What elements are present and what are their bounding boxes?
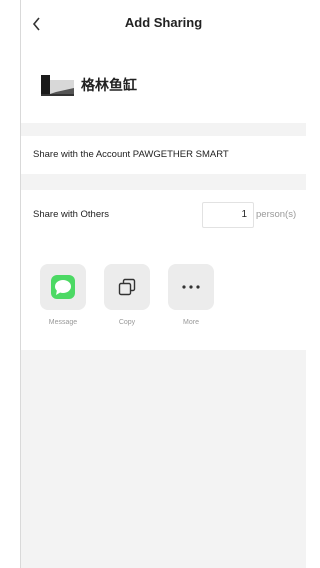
page-title: Add Sharing [124, 15, 203, 30]
header-bar: Add Sharing [21, 0, 306, 48]
share-copy-label: Copy [118, 319, 136, 326]
app-screen: Add Sharing 格林鱼缸 Share with the Account … [20, 0, 306, 568]
share-account-label: Share with the Account PAWGETHER SMART [33, 149, 229, 160]
device-card: 格林鱼缸 [21, 48, 306, 123]
copy-icon [118, 278, 136, 296]
device-name: 格林鱼缸 [81, 78, 137, 94]
person-count-value: 1 [241, 209, 247, 220]
more-tile [168, 264, 214, 310]
share-more-label: More [183, 319, 199, 326]
message-icon [51, 275, 75, 299]
share-message-label: Message [48, 319, 78, 326]
device-thumbnail [41, 75, 74, 96]
share-message-button[interactable]: Message [40, 264, 86, 334]
person-unit-label: person(s) [256, 209, 297, 220]
copy-tile [104, 264, 150, 310]
more-icon [182, 285, 200, 289]
share-account-row[interactable]: Share with the Account PAWGETHER SMART [21, 136, 306, 174]
share-options-panel: Message Copy More [21, 240, 306, 350]
share-copy-button[interactable]: Copy [104, 264, 150, 334]
message-tile [40, 264, 86, 310]
share-more-button[interactable]: More [168, 264, 214, 334]
share-others-label: Share with Others [33, 209, 110, 220]
share-others-row: Share with Others 1 person(s) [21, 190, 306, 240]
person-count-input[interactable]: 1 [202, 202, 254, 228]
